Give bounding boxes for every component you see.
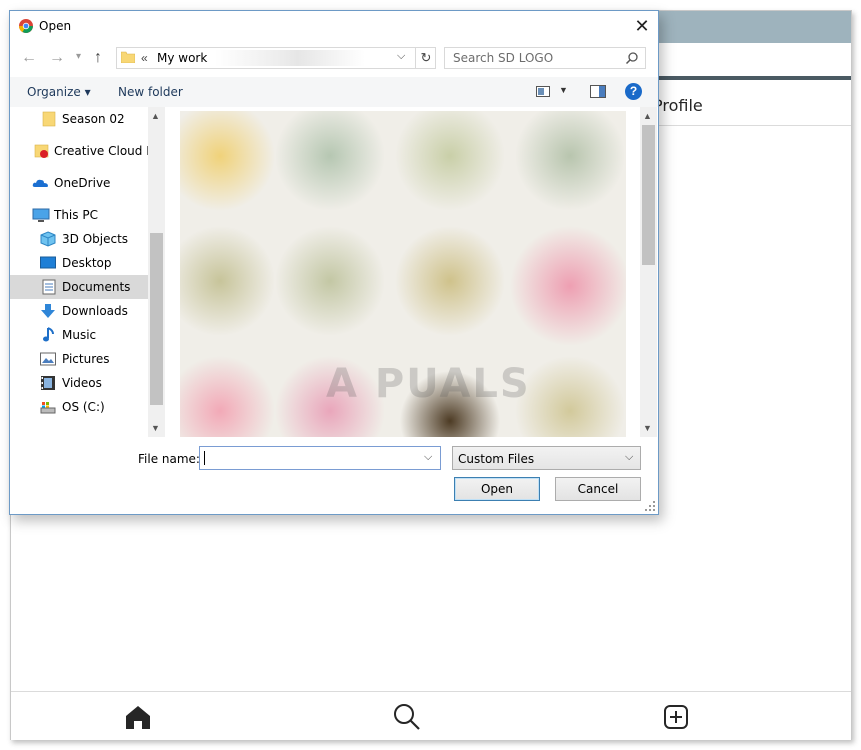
sidebar-item-onedrive[interactable]: OneDrive <box>10 171 148 195</box>
breadcrumb-chevron[interactable]: « <box>141 51 148 65</box>
sidebar-item-label: OS (C:) <box>62 400 105 414</box>
folder-icon <box>42 111 58 127</box>
profile-title: Profile <box>653 96 703 115</box>
creative-cloud-icon <box>34 143 50 159</box>
chrome-icon <box>19 19 33 33</box>
header-divider <box>653 125 851 126</box>
search-box[interactable]: Search SD LOGO <box>444 47 646 69</box>
add-post-icon[interactable] <box>661 702 691 732</box>
search-icon[interactable] <box>392 702 422 732</box>
sidebar-item-this-pc[interactable]: This PC <box>10 203 148 227</box>
sidebar-item-videos[interactable]: Videos <box>10 371 148 395</box>
sidebar-item-music[interactable]: Music <box>10 323 148 347</box>
address-bar[interactable]: « My work ⌵ ↻ <box>116 47 436 69</box>
sidebar-item-label: OneDrive <box>54 176 111 190</box>
breadcrumb-path[interactable]: My work <box>157 51 207 65</box>
preview-pane-icon[interactable] <box>590 85 606 98</box>
folder-icon <box>120 51 136 64</box>
resize-grip-icon[interactable] <box>644 500 656 512</box>
file-name-input[interactable]: ⌵ <box>199 446 441 470</box>
sidebar-item-pictures[interactable]: Pictures <box>10 347 148 371</box>
refresh-icon[interactable]: ↻ <box>415 48 436 68</box>
file-type-value: Custom Files <box>458 452 535 466</box>
scroll-down-icon[interactable]: ▼ <box>643 423 652 433</box>
sidebar-item-label: Pictures <box>62 352 110 366</box>
watermark-text: A PUALS <box>326 361 531 407</box>
navigation-pane: Season 02 Creative Cloud Fil OneDrive Th… <box>10 107 166 441</box>
desktop-icon <box>40 255 56 271</box>
file-type-select[interactable]: Custom Files ⌵ <box>452 446 641 470</box>
sidebar-item-documents[interactable]: Documents <box>10 275 148 299</box>
redacted-path <box>215 50 365 66</box>
close-button[interactable]: ✕ <box>630 15 654 37</box>
downloads-icon <box>40 303 56 319</box>
home-icon[interactable] <box>123 702 153 732</box>
sidebar-scrollbar[interactable]: ▲ ▼ <box>148 107 165 437</box>
magnifier-icon[interactable] <box>625 51 639 65</box>
videos-icon <box>40 375 56 391</box>
music-icon <box>42 327 58 343</box>
sidebar-item-label: Downloads <box>62 304 128 318</box>
dialog-titlebar: Open ✕ <box>10 11 658 41</box>
sidebar-item-label: Season 02 <box>62 112 125 126</box>
bottom-nav <box>11 691 851 740</box>
sidebar-item-label: Videos <box>62 376 102 390</box>
scroll-down-icon[interactable]: ▼ <box>151 423 160 433</box>
onedrive-icon <box>32 175 48 191</box>
open-button[interactable]: Open <box>454 477 540 501</box>
up-arrow-icon[interactable]: ↑ <box>94 49 102 67</box>
file-list-scrollbar[interactable]: ▲ ▼ <box>640 107 657 437</box>
recent-locations-chevron-icon[interactable]: ▾ <box>76 51 81 62</box>
pictures-icon <box>40 351 56 367</box>
file-list-area[interactable]: A PUALS ▲ ▼ <box>178 107 657 441</box>
new-folder-button[interactable]: New folder <box>118 85 183 99</box>
sidebar-item-creative-cloud[interactable]: Creative Cloud Fil <box>10 139 159 163</box>
organize-menu[interactable]: Organize ▾ <box>27 85 91 99</box>
sidebar-item-label: Creative Cloud Fil <box>54 144 159 158</box>
documents-icon <box>42 279 58 295</box>
scroll-up-icon[interactable]: ▲ <box>151 111 160 121</box>
help-icon[interactable]: ? <box>625 83 642 100</box>
address-dropdown-icon[interactable]: ⌵ <box>397 50 405 63</box>
file-list-scroll-thumb[interactable] <box>642 125 655 265</box>
sidebar-item-desktop[interactable]: Desktop <box>10 251 148 275</box>
sidebar-scroll-thumb[interactable] <box>150 233 163 405</box>
command-toolbar: Organize ▾ New folder ▼ ? <box>10 77 658 107</box>
cancel-button[interactable]: Cancel <box>555 477 641 501</box>
text-caret <box>204 451 205 465</box>
drive-icon <box>40 399 56 415</box>
dialog-title: Open <box>39 19 72 33</box>
back-arrow-icon[interactable]: ← <box>21 49 37 67</box>
this-pc-icon <box>32 207 50 223</box>
sidebar-item-downloads[interactable]: Downloads <box>10 299 148 323</box>
change-view-icon[interactable] <box>536 86 550 97</box>
sidebar-item-label: This PC <box>54 208 98 222</box>
sidebar-item-label: 3D Objects <box>62 232 129 246</box>
sidebar-item-os-c[interactable]: OS (C:) <box>10 395 148 419</box>
sidebar-item-season-02[interactable]: Season 02 <box>10 107 148 131</box>
open-file-dialog: Open ✕ ← → ▾ ↑ « My work ⌵ ↻ Search SD L… <box>9 10 659 515</box>
file-type-dropdown-icon[interactable]: ⌵ <box>625 451 633 464</box>
sidebar-item-label: Music <box>62 328 97 342</box>
sidebar-item-label: Desktop <box>62 256 112 270</box>
search-placeholder[interactable]: Search SD LOGO <box>453 51 553 65</box>
forward-arrow-icon[interactable]: → <box>49 49 65 67</box>
3d-objects-icon <box>40 231 56 247</box>
navigation-row: ← → ▾ ↑ « My work ⌵ ↻ Search SD LOGO <box>10 45 658 73</box>
view-dropdown-icon[interactable]: ▼ <box>559 85 568 95</box>
sidebar-item-label: Documents <box>62 280 131 294</box>
sidebar-item-3d-objects[interactable]: 3D Objects <box>10 227 148 251</box>
file-name-dropdown-icon[interactable]: ⌵ <box>424 451 432 464</box>
scroll-up-icon[interactable]: ▲ <box>643 111 652 121</box>
file-name-label: File name: <box>138 452 200 466</box>
